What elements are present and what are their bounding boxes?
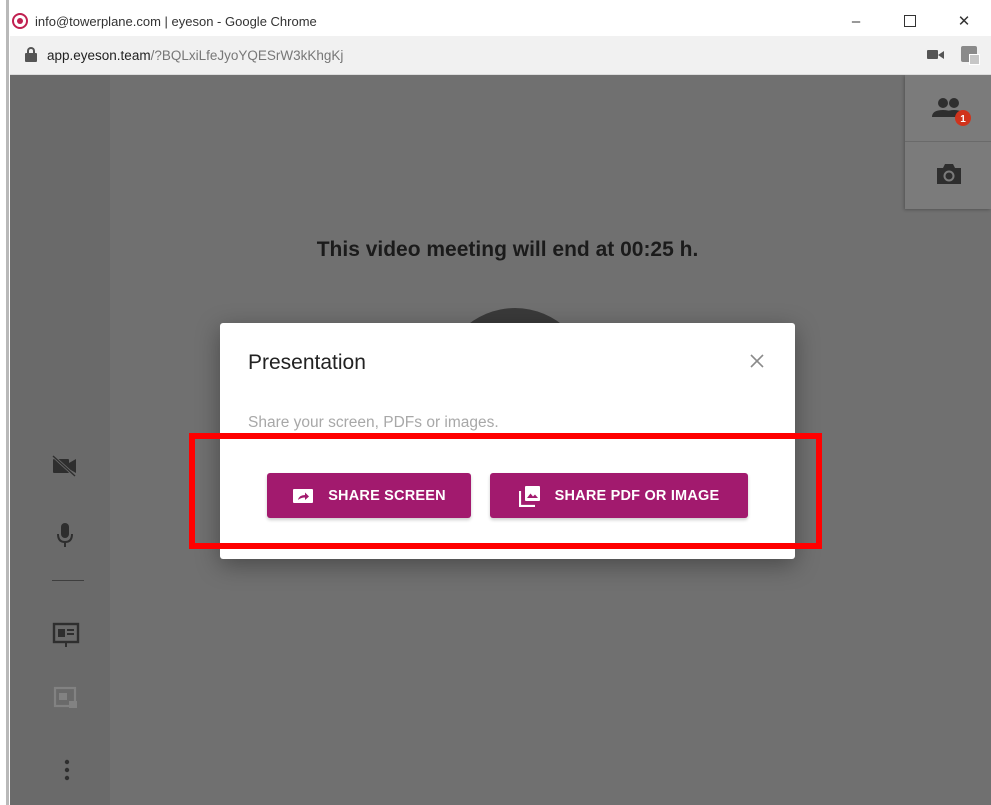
camera-off-button[interactable] <box>50 452 78 480</box>
participants-button[interactable]: 1 <box>929 93 973 129</box>
microphone-button[interactable] <box>54 520 76 550</box>
browser-title-bar: info@towerplane.com | eyeson - Google Ch… <box>10 6 991 36</box>
presentation-button[interactable] <box>51 620 81 650</box>
camera-in-use-icon[interactable] <box>927 47 945 61</box>
video-off-icon <box>51 455 77 477</box>
url-host: app.eyeson.team <box>47 47 151 63</box>
right-panel-divider <box>905 141 991 142</box>
window-left-edge <box>6 0 9 805</box>
right-panel: 1 <box>905 75 991 209</box>
presentation-icon <box>52 622 80 647</box>
toolbar-divider <box>52 580 84 581</box>
camera-icon <box>937 164 961 184</box>
participants-badge: 1 <box>960 114 966 125</box>
url-text[interactable]: app.eyeson.team/?BQLxiLfeJyoYQESrW3kKhgK… <box>47 48 343 63</box>
dialog-close-button[interactable] <box>745 349 769 373</box>
microphone-icon <box>57 523 73 547</box>
share-pdf-or-image-button[interactable]: SHARE PDF OR IMAGE <box>490 473 748 518</box>
snapshot-button[interactable] <box>933 159 965 189</box>
more-vertical-icon <box>64 759 70 781</box>
minimize-button[interactable]: – <box>829 6 883 36</box>
close-icon <box>750 354 764 368</box>
screen-capture-icon <box>53 686 77 708</box>
maximize-icon <box>904 15 916 27</box>
participants-icon: 1 <box>932 98 971 126</box>
window-title: info@towerplane.com | eyeson - Google Ch… <box>35 13 317 29</box>
screen-snapshot-button[interactable] <box>52 684 80 712</box>
share-pdf-label: SHARE PDF OR IMAGE <box>554 487 720 504</box>
screenshot: info@towerplane.com | eyeson - Google Ch… <box>0 0 991 805</box>
more-options-button[interactable] <box>57 755 77 785</box>
presentation-dialog: Presentation Share your screen, PDFs or … <box>220 323 795 559</box>
window-controls: – ✕ <box>829 6 991 36</box>
left-toolbar <box>10 75 110 805</box>
dialog-title: Presentation <box>248 351 366 374</box>
eyeson-favicon-icon <box>12 13 28 29</box>
share-screen-button[interactable]: SHARE SCREEN <box>267 473 471 518</box>
meeting-end-notice: This video meeting will end at 00:25 h. <box>316 238 699 261</box>
share-screen-label: SHARE SCREEN <box>328 487 446 504</box>
close-window-button[interactable]: ✕ <box>937 6 991 36</box>
translate-icon[interactable] <box>961 46 980 65</box>
address-bar-icons <box>927 46 980 65</box>
screen-share-icon <box>292 487 314 505</box>
address-bar[interactable]: app.eyeson.team/?BQLxiLfeJyoYQESrW3kKhgK… <box>10 36 991 75</box>
image-library-icon <box>518 485 541 507</box>
dialog-description: Share your screen, PDFs or images. <box>248 414 499 431</box>
lock-icon[interactable] <box>24 47 38 63</box>
maximize-button[interactable] <box>883 6 937 36</box>
url-path: /?BQLxiLfeJyoYQESrW3kKhgKj <box>150 47 344 63</box>
